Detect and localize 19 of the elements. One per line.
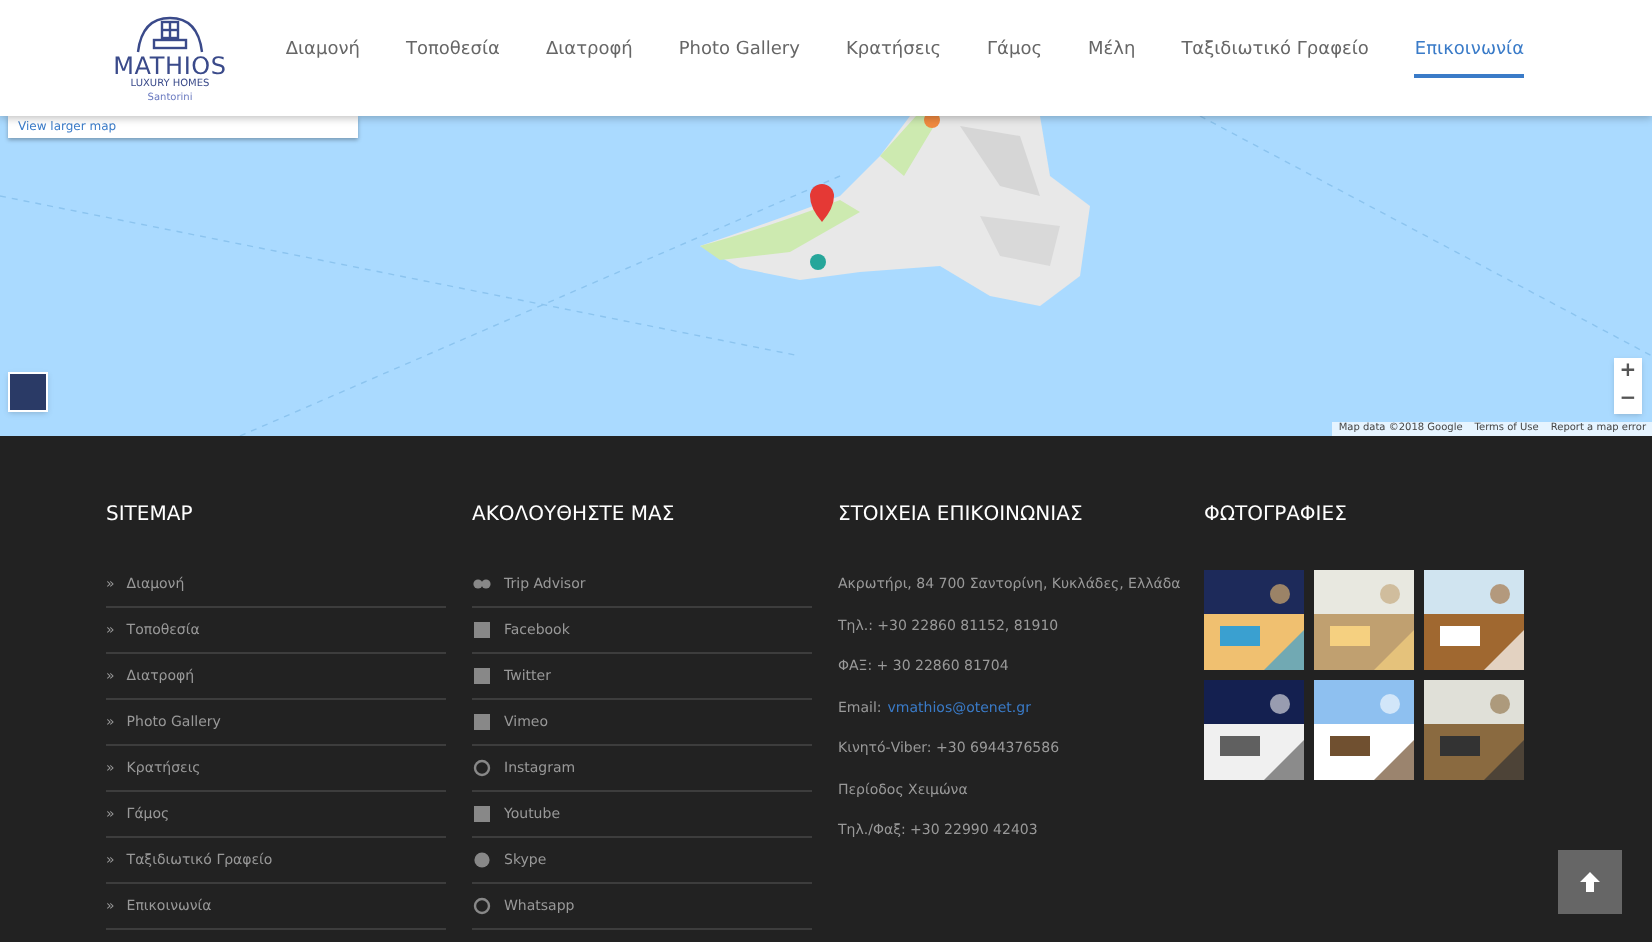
logo-name: MATHIOS: [113, 53, 227, 77]
zoom-out-button[interactable]: −: [1614, 386, 1642, 414]
column-heading: ΣΤΟΙΧΕΙΑ ΕΠΙΚΟΙΝΩΝΙΑΣ: [838, 502, 1085, 530]
nav-link[interactable]: Τοποθεσία: [405, 38, 500, 78]
nav-link[interactable]: Μέλη: [1088, 38, 1136, 78]
column-heading: ΑΚΟΛΟΥΘΗΣΤΕ ΜΑΣ: [472, 502, 677, 530]
nav-link[interactable]: Photo Gallery: [678, 38, 800, 78]
nav-link[interactable]: Διατροφή: [545, 38, 633, 78]
map-type-button[interactable]: [8, 372, 48, 412]
nav-link[interactable]: Γάμος: [987, 38, 1043, 78]
arrow-up-icon: [1578, 870, 1602, 894]
nav-link[interactable]: Ταξιδιωτικό Γραφείο: [1181, 38, 1369, 78]
back-to-top-button[interactable]: [1558, 850, 1622, 914]
column-heading: SITEMAP: [106, 502, 195, 530]
nav-link[interactable]: Διαμονή: [285, 38, 360, 78]
zoom-in-button[interactable]: +: [1614, 358, 1642, 386]
nav-link[interactable]: Κρατήσεις: [845, 38, 942, 78]
column-heading: ΦΩΤΟΓΡΑΦΙΕΣ: [1204, 502, 1349, 530]
nav-link[interactable]: Επικοινωνία: [1414, 38, 1524, 78]
